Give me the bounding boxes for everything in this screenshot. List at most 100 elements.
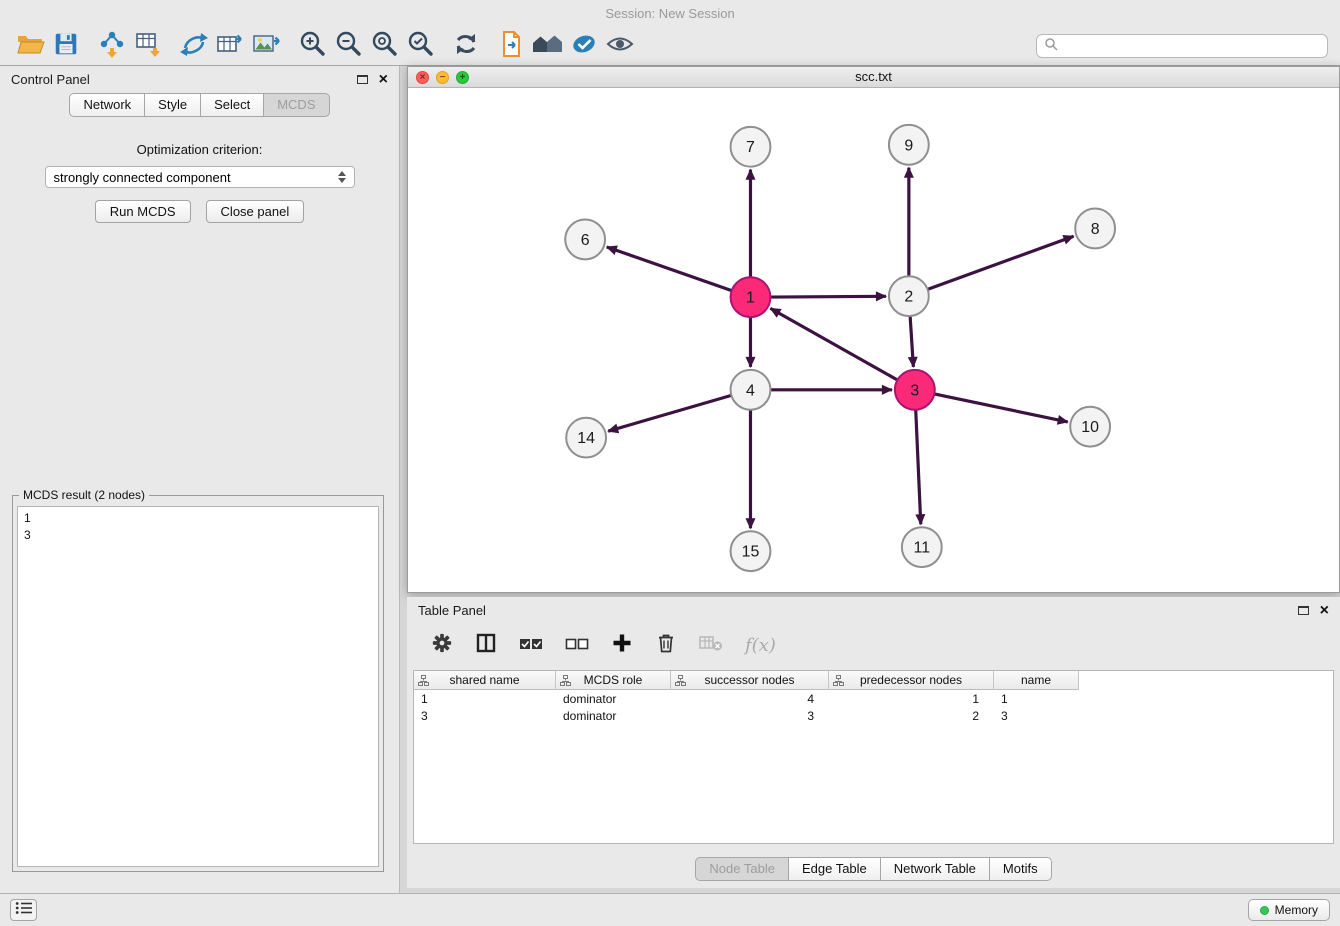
tab-mcds[interactable]: MCDS [263, 93, 329, 117]
cell-mcds-role: dominator [556, 709, 671, 723]
table-tabs: Node Table Edge Table Network Table Moti… [407, 857, 1340, 881]
tab-edge-table[interactable]: Edge Table [788, 857, 881, 881]
zoom-out-button[interactable] [330, 29, 366, 63]
network-canvas[interactable]: 7 9 6 8 1 2 4 3 14 10 15 11 [408, 88, 1339, 592]
graph-node-label: 1 [746, 290, 755, 307]
optimization-criterion-label: Optimization criterion: [0, 142, 399, 157]
attribute-tree-icon [833, 675, 844, 689]
add-column-button[interactable] [611, 632, 633, 659]
function-builder-button[interactable]: f(x) [745, 635, 776, 656]
close-panel-button[interactable]: Close panel [206, 200, 305, 223]
gear-icon [431, 632, 453, 659]
search-input[interactable] [1058, 39, 1320, 54]
column-header-predecessor-nodes[interactable]: predecessor nodes [829, 671, 994, 690]
graph-node-11[interactable]: 11 [902, 527, 942, 567]
network-graph[interactable]: 7 9 6 8 1 2 4 3 14 10 15 11 [408, 88, 1339, 592]
show-columns-button[interactable] [475, 632, 497, 659]
tab-select[interactable]: Select [200, 93, 264, 117]
zoom-selected-button[interactable] [402, 29, 438, 63]
zoom-fit-button[interactable] [366, 29, 402, 63]
unselect-all-columns-button[interactable] [565, 633, 589, 658]
delete-table-button[interactable] [699, 633, 723, 658]
column-header-successor-nodes[interactable]: successor nodes [671, 671, 829, 690]
import-table-button[interactable] [130, 29, 166, 63]
float-panel-icon[interactable] [357, 75, 368, 84]
graph-node-2[interactable]: 2 [889, 276, 929, 316]
graph-node-8[interactable]: 8 [1075, 209, 1115, 249]
tab-network-table[interactable]: Network Table [880, 857, 990, 881]
show-panels-button[interactable] [10, 899, 37, 921]
tab-network[interactable]: Network [69, 93, 145, 117]
cell-mcds-role: dominator [556, 692, 671, 706]
cell-shared-name: 1 [414, 692, 556, 706]
columns-icon [475, 632, 497, 659]
graph-node-7[interactable]: 7 [731, 127, 771, 167]
graph-node-9[interactable]: 9 [889, 125, 929, 165]
graph-edge-4-14[interactable] [608, 395, 731, 431]
plus-icon [611, 632, 633, 659]
double-home-icon [531, 29, 565, 64]
network-import-icon [97, 29, 127, 64]
maximize-window-button[interactable]: + [456, 71, 469, 84]
graph-node-1[interactable]: 1 [731, 277, 771, 317]
graph-node-6[interactable]: 6 [565, 219, 605, 259]
graph-edge-1-2[interactable] [770, 296, 886, 297]
graph-edge-1-6[interactable] [607, 247, 732, 291]
table-row[interactable]: 1 dominator 4 1 1 [414, 690, 1333, 707]
cell-predecessor-nodes: 1 [829, 692, 994, 706]
close-window-button[interactable]: × [416, 71, 429, 84]
toggle-visibility-button[interactable] [602, 29, 638, 63]
graph-edge-2-8[interactable] [928, 236, 1074, 289]
optimization-criterion-select[interactable]: strongly connected component [45, 166, 355, 188]
run-mcds-button[interactable]: Run MCDS [95, 200, 191, 223]
export-image-button[interactable] [248, 29, 284, 63]
browser-home-button[interactable] [530, 29, 566, 63]
table-row[interactable]: 3 dominator 3 2 3 [414, 707, 1333, 724]
graph-node-15[interactable]: 15 [731, 531, 771, 571]
cell-name: 1 [994, 692, 1079, 706]
graph-edge-3-10[interactable] [934, 394, 1067, 422]
export-network-button[interactable] [176, 29, 212, 63]
clone-network-button[interactable] [494, 29, 530, 63]
float-table-panel-icon[interactable] [1298, 606, 1309, 615]
mcds-result-line: 1 [24, 510, 372, 527]
graph-edge-3-11[interactable] [916, 410, 921, 525]
column-header-shared-name[interactable]: shared name [414, 671, 556, 690]
unchecked-boxes-icon [565, 633, 589, 658]
search-field[interactable] [1036, 34, 1328, 58]
column-header-name[interactable]: name [994, 671, 1079, 690]
eye-icon [605, 29, 635, 64]
open-session-button[interactable] [12, 29, 48, 63]
memory-button[interactable]: Memory [1248, 899, 1330, 921]
graph-node-label: 3 [910, 382, 919, 399]
graph-node-4[interactable]: 4 [731, 370, 771, 410]
graph-node-14[interactable]: 14 [566, 418, 606, 458]
apply-style-button[interactable] [566, 29, 602, 63]
graph-edge-3-1[interactable] [770, 308, 897, 380]
network-view-window: × − + scc.txt 7968124314101511 [407, 66, 1340, 593]
control-panel-tabs: Network Style Select MCDS [0, 93, 399, 117]
mcds-result-list[interactable]: 1 3 [17, 506, 379, 867]
close-table-panel-icon[interactable]: × [1320, 603, 1329, 619]
graph-node-3[interactable]: 3 [895, 370, 935, 410]
column-header-mcds-role[interactable]: MCDS role [556, 671, 671, 690]
export-table-button[interactable] [212, 29, 248, 63]
table-settings-button[interactable] [431, 632, 453, 659]
select-all-columns-button[interactable] [519, 633, 543, 658]
tab-node-table[interactable]: Node Table [695, 857, 789, 881]
apply-layout-button[interactable] [448, 29, 484, 63]
delete-column-button[interactable] [655, 632, 677, 659]
graph-node-label: 7 [746, 139, 755, 156]
minimize-window-button[interactable]: − [436, 71, 449, 84]
graph-node-label: 2 [904, 289, 913, 306]
zoom-in-button[interactable] [294, 29, 330, 63]
graph-edge-2-3[interactable] [910, 316, 913, 367]
tab-style[interactable]: Style [144, 93, 201, 117]
save-session-button[interactable] [48, 29, 84, 63]
mcds-result-title: MCDS result (2 nodes) [19, 488, 149, 502]
list-icon [15, 901, 33, 920]
tab-motifs[interactable]: Motifs [989, 857, 1052, 881]
close-panel-icon[interactable]: × [379, 72, 388, 88]
import-network-button[interactable] [94, 29, 130, 63]
graph-node-10[interactable]: 10 [1070, 407, 1110, 447]
